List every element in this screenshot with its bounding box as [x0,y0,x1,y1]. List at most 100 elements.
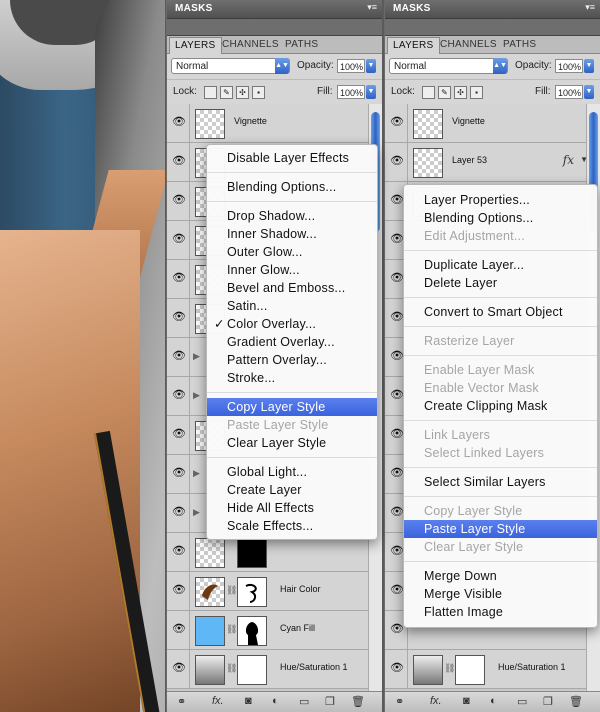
menu-item-merge-visible[interactable]: Merge Visible [404,585,597,603]
lock-transparency-icon[interactable] [422,86,435,99]
masks-tab[interactable]: MASKS [387,0,437,18]
menu-item-convert-smart-object[interactable]: Convert to Smart Object [404,303,597,321]
eye-icon[interactable]: 👁 [170,232,188,246]
new-layer-icon[interactable]: ❐ [325,695,335,708]
fill-dropdown-icon[interactable]: ▼ [584,85,594,99]
menu-item-flatten-image[interactable]: Flatten Image [404,603,597,621]
panel-menu-icon[interactable]: ▾≡ [585,2,595,13]
layer-row[interactable]: 👁 Vignette [385,104,600,143]
menu-item-create-layer[interactable]: Create Layer [207,481,377,499]
menu-item-disable-layer-effects[interactable]: Disable Layer Effects [207,149,377,167]
menu-item-select-similar-layers[interactable]: Select Similar Layers [404,473,597,491]
expand-triangle-icon[interactable]: ▶ [193,351,200,362]
document-canvas[interactable] [0,0,165,712]
link-layers-icon[interactable]: ⚭ [177,695,186,708]
group-folder-icon[interactable]: ▭ [517,695,527,708]
link-icon[interactable]: ⛓ [226,663,237,674]
group-folder-icon[interactable]: ▭ [299,695,309,708]
menu-item-color-overlay[interactable]: ✓ Color Overlay... [207,315,377,333]
tab-paths[interactable]: PATHS [280,37,323,53]
menu-item-pattern-overlay[interactable]: Pattern Overlay... [207,351,377,369]
menu-item-merge-down[interactable]: Merge Down [404,567,597,585]
panel-menu-icon[interactable]: ▾≡ [367,2,377,13]
eye-icon[interactable]: 👁 [170,349,188,363]
tab-channels[interactable]: CHANNELS [435,37,502,53]
menu-item-copy-layer-style[interactable]: Copy Layer Style [207,398,377,416]
blend-mode-select[interactable]: Normal ▲▼ [389,58,508,74]
eye-icon[interactable]: 👁 [388,115,406,129]
fill-input[interactable]: 100% [337,85,365,99]
lock-position-icon[interactable]: ✣ [236,86,249,99]
fill-dropdown-icon[interactable]: ▼ [366,85,376,99]
eye-icon[interactable]: 👁 [170,466,188,480]
adjustment-layer-icon[interactable]: ◐ [272,695,279,707]
add-mask-icon[interactable]: ◙ [463,695,470,707]
lock-position-icon[interactable]: ✣ [454,86,467,99]
menu-item-global-light[interactable]: Global Light... [207,463,377,481]
menu-item-duplicate-layer[interactable]: Duplicate Layer... [404,256,597,274]
tab-layers[interactable]: LAYERS [169,37,222,54]
layer-row[interactable]: 👁 ⛓ Hue/Saturation 1 [385,650,600,689]
menu-item-stroke[interactable]: Stroke... [207,369,377,387]
menu-item-bevel-emboss[interactable]: Bevel and Emboss... [207,279,377,297]
eye-icon[interactable]: 👁 [388,661,406,675]
eye-icon[interactable]: 👁 [170,271,188,285]
menu-item-paste-layer-style[interactable]: Paste Layer Style [404,520,597,538]
eye-icon[interactable]: 👁 [388,154,406,168]
opacity-dropdown-icon[interactable]: ▼ [366,59,376,73]
opacity-input[interactable]: 100% [337,59,365,73]
eye-icon[interactable]: 👁 [170,115,188,129]
blend-mode-select[interactable]: Normal ▲▼ [171,58,290,74]
eye-icon[interactable]: 👁 [170,505,188,519]
eye-icon[interactable]: 👁 [170,154,188,168]
eye-icon[interactable]: 👁 [170,544,188,558]
menu-item-drop-shadow[interactable]: Drop Shadow... [207,207,377,225]
tab-layers[interactable]: LAYERS [387,37,440,54]
opacity-input[interactable]: 100% [555,59,583,73]
menu-item-hide-all-effects[interactable]: Hide All Effects [207,499,377,517]
tab-channels[interactable]: CHANNELS [217,37,284,53]
lock-all-icon[interactable]: ▪ [470,86,483,99]
layer-row[interactable]: 👁 ⛓ Cyan Fill [167,611,382,650]
layer-row[interactable]: 👁 Vignette [167,104,382,143]
expand-triangle-icon[interactable]: ▶ [193,507,200,518]
eye-icon[interactable]: 👁 [170,193,188,207]
menu-item-outer-glow[interactable]: Outer Glow... [207,243,377,261]
eye-icon[interactable]: 👁 [170,661,188,675]
expand-triangle-icon[interactable]: ▶ [193,390,200,401]
lock-transparency-icon[interactable] [204,86,217,99]
menu-item-gradient-overlay[interactable]: Gradient Overlay... [207,333,377,351]
add-mask-icon[interactable]: ◙ [245,695,252,707]
opacity-dropdown-icon[interactable]: ▼ [584,59,594,73]
trash-icon[interactable]: 🗑 [351,695,365,708]
eye-icon[interactable]: 👁 [170,583,188,597]
masks-tab[interactable]: MASKS [169,0,219,18]
menu-item-delete-layer[interactable]: Delete Layer [404,274,597,292]
new-layer-icon[interactable]: ❐ [543,695,553,708]
link-icon[interactable]: ⛓ [226,585,237,596]
link-icon[interactable]: ⛓ [444,663,455,674]
expand-triangle-icon[interactable]: ▶ [193,468,200,479]
layer-row[interactable]: 👁 Layer 53 fx ▼ [385,143,600,182]
eye-icon[interactable]: 👁 [170,622,188,636]
link-icon[interactable]: ⛓ [226,624,237,635]
lock-image-icon[interactable]: ✎ [438,86,451,99]
menu-item-scale-effects[interactable]: Scale Effects... [207,517,377,535]
eye-icon[interactable]: 👁 [170,388,188,402]
menu-item-layer-properties[interactable]: Layer Properties... [404,191,597,209]
menu-item-create-clipping-mask[interactable]: Create Clipping Mask [404,397,597,415]
adjustment-layer-icon[interactable]: ◐ [490,695,497,707]
menu-item-inner-glow[interactable]: Inner Glow... [207,261,377,279]
menu-item-blending-options[interactable]: Blending Options... [207,178,377,196]
menu-item-inner-shadow[interactable]: Inner Shadow... [207,225,377,243]
fill-input[interactable]: 100% [555,85,583,99]
eye-icon[interactable]: 👁 [170,310,188,324]
link-layers-icon[interactable]: ⚭ [395,695,404,708]
trash-icon[interactable]: 🗑 [569,695,583,708]
menu-item-clear-layer-style[interactable]: Clear Layer Style [207,434,377,452]
eye-icon[interactable]: 👁 [170,427,188,441]
tab-paths[interactable]: PATHS [498,37,541,53]
fx-icon[interactable]: fx. [212,695,224,707]
layer-row[interactable]: 👁 ⛓ Hair Color [167,572,382,611]
fx-badge-icon[interactable]: fx [563,153,574,167]
